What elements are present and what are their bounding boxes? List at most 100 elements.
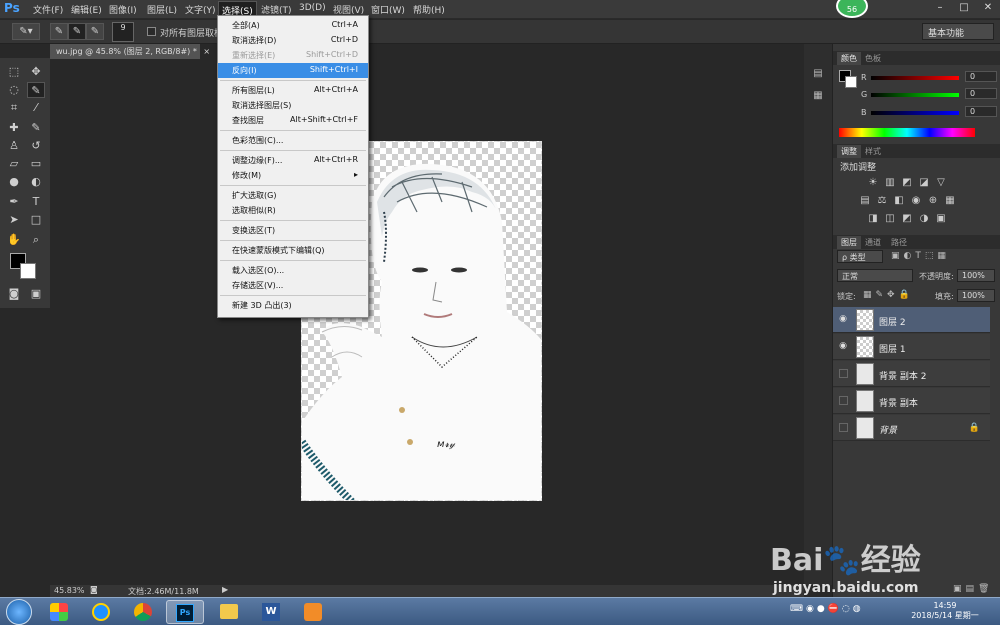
color-balance-icon[interactable]: ⚖: [876, 195, 888, 206]
select-menu-item[interactable]: 全部(A) Ctrl+A: [218, 18, 368, 33]
channel-mixer-icon[interactable]: ⊕: [927, 195, 939, 206]
menu-window[interactable]: 窗口(W): [368, 3, 408, 17]
tab-layers[interactable]: 图层: [837, 236, 861, 249]
menu-image[interactable]: 图像(I): [106, 3, 140, 17]
minimize-icon[interactable]: –: [928, 2, 952, 16]
select-menu-item[interactable]: 扩大选取(G): [218, 188, 368, 203]
zoom-level[interactable]: 45.83%: [54, 586, 85, 595]
red-slider-track[interactable]: [871, 76, 959, 80]
history-panel-icon[interactable]: ▤: [810, 68, 826, 82]
start-button[interactable]: [6, 599, 32, 625]
tab-paths[interactable]: 路径: [887, 236, 911, 249]
dodge-tool-icon[interactable]: ◐: [27, 174, 45, 190]
path-selection-icon[interactable]: ➤: [5, 212, 23, 228]
tab-adjustments[interactable]: 调整: [837, 145, 861, 158]
select-menu-item[interactable]: 选取相似(R): [218, 203, 368, 218]
quick-selection-tool-icon[interactable]: ✎: [27, 82, 45, 98]
eyedropper-tool-icon[interactable]: ⁄: [27, 100, 45, 116]
file-explorer-icon[interactable]: [210, 600, 248, 624]
close-tab-icon[interactable]: ×: [203, 47, 210, 56]
layer-row[interactable]: 背景 副本: [833, 388, 990, 414]
clone-stamp-icon[interactable]: ♙: [5, 138, 23, 154]
blend-mode-select[interactable]: 正常: [837, 269, 913, 282]
posterize-icon[interactable]: ◫: [884, 213, 896, 224]
lock-icons[interactable]: ▦✎✥🔒: [863, 290, 914, 300]
word-icon[interactable]: W: [252, 600, 290, 624]
vibrance-icon[interactable]: ▽: [935, 177, 947, 188]
healing-brush-icon[interactable]: ✚: [5, 120, 23, 136]
layer-filter-select[interactable]: ρ 类型: [837, 250, 883, 263]
rectangle-tool-icon[interactable]: □: [27, 212, 45, 228]
screen-mode-icon[interactable]: ▣: [27, 286, 45, 302]
text-tool-icon[interactable]: T: [27, 194, 45, 210]
invert-icon[interactable]: ◨: [867, 213, 879, 224]
tab-styles[interactable]: 样式: [861, 145, 885, 158]
notification-badge[interactable]: 56: [836, 0, 868, 18]
taskbar-app-icon[interactable]: [40, 600, 78, 624]
new-selection-icon[interactable]: ✎: [50, 23, 68, 40]
background-color-swatch[interactable]: [20, 263, 36, 279]
ie-browser-icon[interactable]: [82, 600, 120, 624]
blur-tool-icon[interactable]: ●: [5, 174, 23, 190]
select-menu-item[interactable]: 新建 3D 凸出(3): [218, 298, 368, 313]
move-tool-icon[interactable]: ✥: [27, 64, 45, 80]
blue-value[interactable]: 0: [965, 106, 997, 117]
system-clock[interactable]: 14:59 2018/5/14 星期一: [905, 601, 985, 621]
visibility-toggle[interactable]: [839, 423, 848, 432]
select-menu-item[interactable]: 反向(I) Shift+Ctrl+I: [218, 63, 368, 78]
select-menu-item[interactable]: 取消选择(D) Ctrl+D: [218, 33, 368, 48]
threshold-icon[interactable]: ◩: [901, 213, 913, 224]
eraser-tool-icon[interactable]: ▱: [5, 156, 23, 172]
opacity-input[interactable]: 100%: [957, 269, 995, 282]
crop-tool-icon[interactable]: ⌗: [5, 100, 23, 116]
brush-tool-icon[interactable]: ✎: [27, 120, 45, 136]
color-spectrum[interactable]: [839, 128, 975, 137]
visibility-toggle[interactable]: [839, 396, 848, 405]
select-menu-item[interactable]: 载入选区(O)...: [218, 263, 368, 278]
select-menu-item[interactable]: 查找图层 Alt+Shift+Ctrl+F: [218, 113, 368, 128]
zoom-tool-icon[interactable]: ⌕: [27, 232, 45, 248]
selective-color-icon[interactable]: ▣: [935, 213, 947, 224]
maximize-icon[interactable]: □: [952, 2, 976, 16]
layer-row[interactable]: 背景 副本 2: [833, 361, 990, 387]
gradient-map-icon[interactable]: ◑: [918, 213, 930, 224]
hue-saturation-icon[interactable]: ▤: [859, 195, 871, 206]
exposure-icon[interactable]: ◪: [918, 177, 930, 188]
select-menu-item[interactable]: 变换选区(T): [218, 223, 368, 238]
menu-file[interactable]: 文件(F): [30, 3, 66, 17]
black-white-icon[interactable]: ◧: [893, 195, 905, 206]
select-menu-item[interactable]: 色彩范围(C)...: [218, 133, 368, 148]
green-value[interactable]: 0: [965, 88, 997, 99]
brush-size-picker[interactable]: 9: [112, 22, 134, 42]
tab-swatches[interactable]: 色板: [861, 52, 885, 65]
lasso-tool-icon[interactable]: ◌: [5, 82, 23, 98]
layer-row[interactable]: ◉ 图层 1: [833, 334, 990, 360]
tab-channels[interactable]: 通道: [861, 236, 885, 249]
media-player-icon[interactable]: [294, 600, 332, 624]
marquee-tool-icon[interactable]: ⬚: [5, 64, 23, 80]
select-menu-item[interactable]: 在快速蒙版模式下编辑(Q): [218, 243, 368, 258]
workspace-select[interactable]: 基本功能: [922, 23, 994, 40]
tool-preset-picker[interactable]: ✎▾: [12, 23, 40, 40]
select-menu-item[interactable]: 存储选区(V)...: [218, 278, 368, 293]
add-to-selection-icon[interactable]: ✎: [68, 23, 86, 40]
hand-tool-icon[interactable]: ✋: [5, 232, 23, 248]
quick-mask-icon[interactable]: ◙: [5, 286, 23, 302]
status-arrow-icon[interactable]: ▶: [222, 585, 228, 594]
layer-row[interactable]: ◉ 图层 2: [833, 307, 990, 333]
brightness-icon[interactable]: ☀: [867, 177, 879, 188]
select-menu-item[interactable]: 修改(M) ▸: [218, 168, 368, 183]
blue-slider-track[interactable]: [871, 111, 959, 115]
properties-panel-icon[interactable]: ▦: [810, 90, 826, 104]
select-menu-item[interactable]: 取消选择图层(S): [218, 98, 368, 113]
status-menu-icon[interactable]: ◙: [90, 585, 98, 594]
close-window-icon[interactable]: ✕: [976, 2, 1000, 16]
levels-icon[interactable]: ▥: [884, 177, 896, 188]
menu-type[interactable]: 文字(Y): [182, 3, 219, 17]
chrome-icon[interactable]: [124, 600, 162, 624]
green-slider-track[interactable]: [871, 93, 959, 97]
red-value[interactable]: 0: [965, 71, 997, 82]
layer-filter-icons[interactable]: ▣◐T⬚▦: [891, 251, 950, 261]
visibility-eye-icon[interactable]: ◉: [837, 341, 849, 353]
color-lookup-icon[interactable]: ▦: [944, 195, 956, 206]
